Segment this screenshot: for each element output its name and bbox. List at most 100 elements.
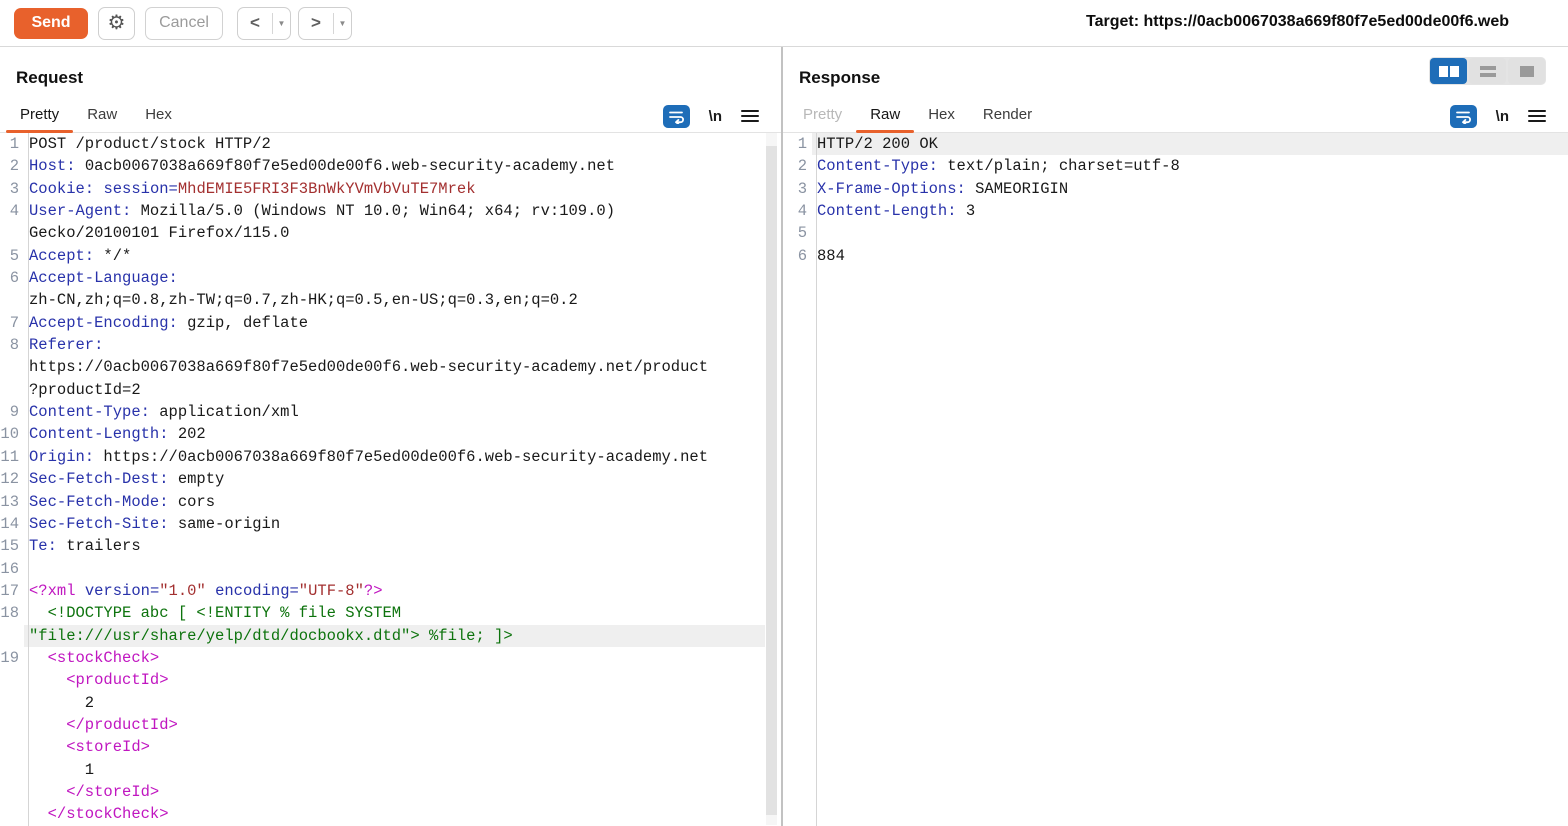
- code-row: 15 Te: trailers: [0, 535, 765, 557]
- code-text: Host: 0acb0067038a669f80f7e5ed00de00f6.w…: [29, 157, 616, 176]
- request-tabbar: Pretty Raw Hex \n: [0, 103, 781, 133]
- line-number: [0, 759, 24, 781]
- back-history-dropdown[interactable]: ▼: [273, 8, 290, 39]
- code-row: 16: [0, 558, 765, 580]
- line-number: [0, 379, 24, 401]
- line-number: 17: [0, 581, 19, 600]
- code-row: 5: [783, 222, 1568, 244]
- code-row: 10 Content-Length: 202: [0, 423, 765, 445]
- send-button[interactable]: Send: [14, 7, 88, 39]
- word-wrap-toggle[interactable]: [662, 104, 690, 128]
- forward-button-group: > ▼: [298, 6, 352, 40]
- request-scrollbar[interactable]: [766, 133, 777, 825]
- line-number: [0, 356, 24, 378]
- gear-button[interactable]: ⚙: [98, 6, 135, 40]
- forward-history-dropdown[interactable]: ▼: [334, 8, 351, 39]
- chevron-down-icon: ▼: [277, 18, 286, 28]
- code-text: </productId>: [29, 715, 178, 734]
- code-text: "file:///usr/share/yelp/dtd/docbookx.dtd…: [24, 624, 765, 647]
- response-panel: Response Pretty Raw Hex Render \n 1 HTTP…: [783, 47, 1568, 826]
- request-tab-pretty[interactable]: Pretty: [6, 103, 74, 133]
- code-row: 11 Origin: https://0acb0067038a669f80f7e5…: [0, 446, 765, 468]
- code-row: </storeId>: [0, 781, 765, 803]
- response-editor[interactable]: 1 HTTP/2 200 OK 2 Content-Type: text/plain;…: [783, 133, 1568, 826]
- line-number: [0, 222, 24, 244]
- code-text: Referer:: [29, 336, 104, 355]
- code-row: 18 <!DOCTYPE abc [ <!ENTITY % file SYSTE…: [0, 602, 765, 624]
- code-text: <storeId>: [29, 738, 150, 757]
- code-row: "file:///usr/share/yelp/dtd/docbookx.dtd…: [0, 624, 765, 647]
- code-text: </stockCheck>: [29, 805, 169, 824]
- single-layout-icon: [1519, 65, 1534, 77]
- code-text: Cookie: session=MhdEMIE5FRI3F3BnWkYVmVbV…: [29, 179, 476, 198]
- request-menu-button[interactable]: [741, 109, 759, 123]
- line-number: [0, 625, 24, 647]
- scrollbar-thumb[interactable]: [766, 146, 777, 815]
- code-row: 17 <?xml version="1.0" encoding="UTF-8"?>: [0, 580, 765, 602]
- code-text: Sec-Fetch-Mode: cors: [29, 492, 216, 511]
- code-text: ?productId=2: [29, 380, 141, 399]
- code-row: 2 Host: 0acb0067038a669f80f7e5ed00de00f6.…: [0, 155, 765, 177]
- line-number: 11: [0, 447, 19, 466]
- code-row: 12 Sec-Fetch-Dest: empty: [0, 468, 765, 490]
- line-number: 1: [9, 135, 19, 153]
- code-row: 4 Content-Length: 3: [783, 200, 1568, 222]
- code-text: Accept-Language:: [29, 269, 178, 288]
- cancel-button[interactable]: Cancel: [145, 6, 223, 40]
- request-tab-hex[interactable]: Hex: [131, 103, 186, 132]
- code-row: 1 HTTP/2 200 OK: [783, 133, 1568, 156]
- code-text: 2: [29, 693, 95, 712]
- code-row: 2 Content-Type: text/plain; charset=utf-8: [783, 155, 1568, 177]
- line-number: 5: [797, 224, 807, 243]
- response-menu-button[interactable]: [1528, 109, 1546, 123]
- code-row: ?productId=2: [0, 379, 765, 401]
- response-tab-pretty[interactable]: Pretty: [789, 103, 856, 132]
- columns-layout-button[interactable]: [1430, 58, 1467, 84]
- request-tab-raw[interactable]: Raw: [73, 103, 131, 132]
- line-number: 5: [9, 246, 19, 265]
- line-number: 19: [0, 648, 19, 667]
- response-tab-hex[interactable]: Hex: [914, 103, 969, 132]
- line-number: [0, 289, 24, 311]
- forward-button[interactable]: >: [299, 8, 333, 39]
- line-number: 3: [797, 179, 807, 198]
- columns-layout-icon: [1449, 65, 1459, 77]
- menu-icon: [1528, 110, 1546, 122]
- code-text: Te: trailers: [29, 537, 141, 556]
- line-number: [0, 736, 24, 758]
- back-button[interactable]: <: [238, 8, 272, 39]
- response-tab-raw[interactable]: Raw: [856, 103, 915, 133]
- line-number: 3: [9, 179, 19, 198]
- response-tab-render[interactable]: Render: [969, 103, 1046, 132]
- code-row: 2: [0, 692, 765, 714]
- line-number: [0, 803, 24, 825]
- code-row: https://0acb0067038a669f80f7e5ed00de00f6…: [0, 356, 765, 378]
- line-number: 10: [0, 425, 19, 444]
- line-number: 12: [0, 470, 19, 489]
- line-number: 4: [9, 202, 19, 221]
- word-wrap-toggle[interactable]: [1449, 104, 1477, 128]
- code-text: Gecko/20100101 Firefox/115.0: [29, 224, 290, 243]
- code-row: 3 X-Frame-Options: SAMEORIGIN: [783, 178, 1568, 200]
- code-text: 1: [29, 760, 95, 779]
- request-editor[interactable]: 1 POST /product/stock HTTP/2 2 Host: 0acb00…: [0, 133, 765, 826]
- repeater-toolbar: Send ⚙ Cancel < ▼ > ▼ Target: https://0a…: [0, 0, 1568, 47]
- line-number: 13: [0, 492, 19, 511]
- line-number: 1: [797, 135, 807, 153]
- code-text: Content-Type: text/plain; charset=utf-8: [817, 157, 1180, 176]
- code-text: <!DOCTYPE abc [ <!ENTITY % file SYSTEM: [29, 604, 402, 623]
- code-row: 6 Accept-Language:: [0, 267, 765, 289]
- gutter-divider: [28, 133, 29, 826]
- code-text: User-Agent: Mozilla/5.0 (Windows NT 10.0…: [29, 202, 616, 221]
- single-layout-button[interactable]: [1508, 58, 1545, 84]
- code-text: Sec-Fetch-Dest: empty: [29, 470, 225, 489]
- line-number: [0, 669, 24, 691]
- code-text: Accept: */*: [29, 246, 132, 265]
- line-number: [0, 781, 24, 803]
- rows-layout-button[interactable]: [1469, 58, 1506, 84]
- layout-switcher: [1429, 57, 1546, 85]
- newline-toggle[interactable]: \n: [709, 108, 722, 125]
- line-number: 15: [0, 537, 19, 556]
- newline-toggle[interactable]: \n: [1496, 108, 1509, 125]
